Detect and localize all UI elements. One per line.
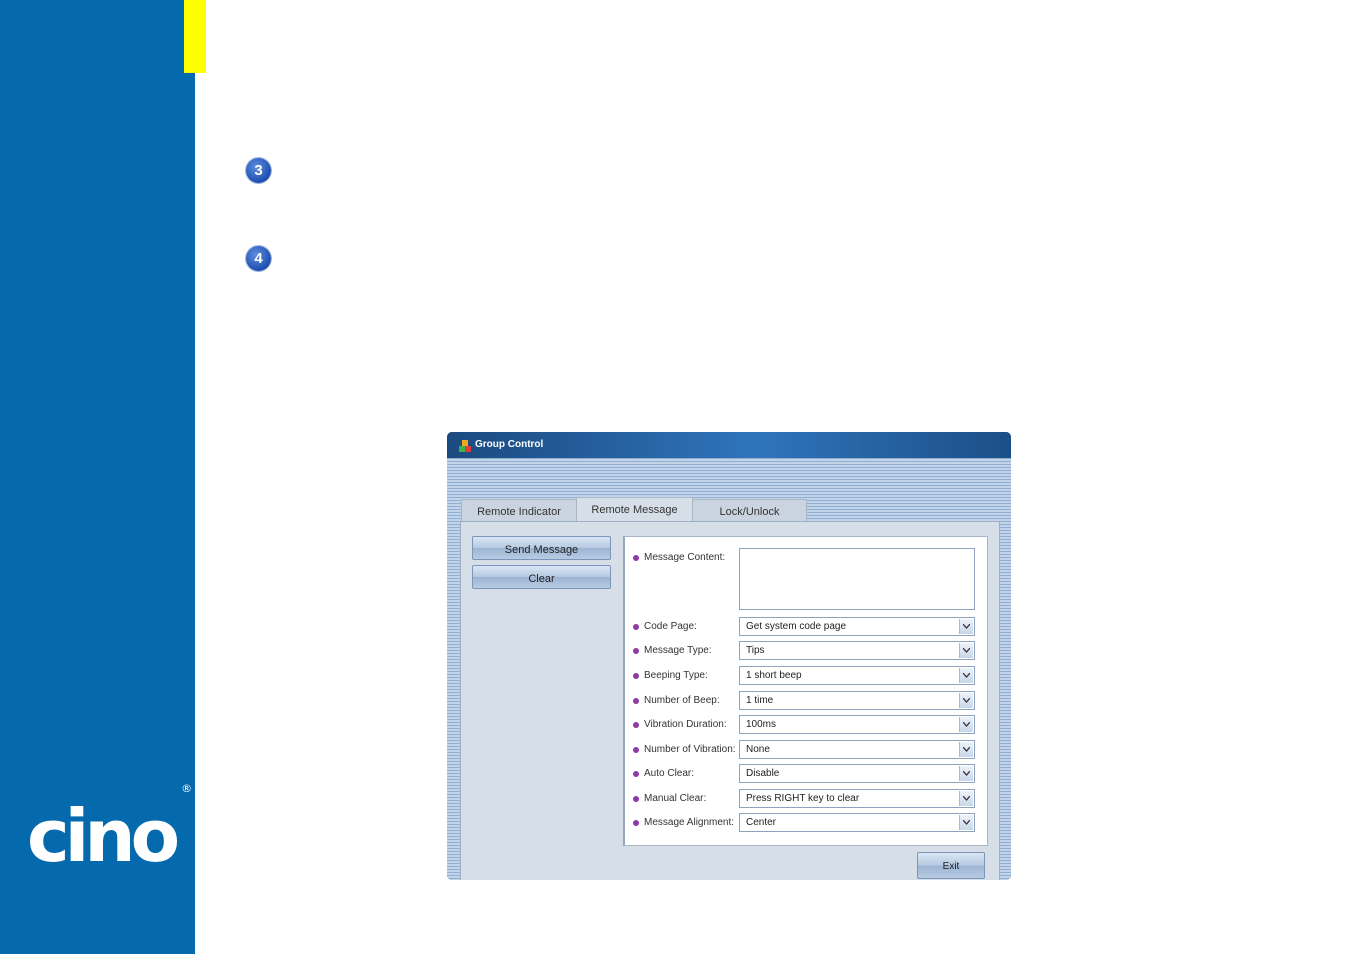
vibration-duration-select[interactable]: 100ms: [739, 715, 975, 734]
chevron-down-icon[interactable]: [959, 619, 973, 634]
number-of-vibration-label: Number of Vibration:: [644, 744, 736, 755]
number-of-vibration-select[interactable]: None: [739, 740, 975, 759]
bullet-icon: [633, 698, 639, 704]
auto-clear-value: Disable: [746, 768, 780, 779]
message-content-textarea[interactable]: [739, 548, 975, 610]
form-row-auto-clear: Auto Clear: Disable: [633, 764, 983, 784]
chevron-down-icon[interactable]: [959, 643, 973, 658]
chevron-down-icon[interactable]: [959, 742, 973, 757]
beeping-type-select[interactable]: 1 short beep: [739, 666, 975, 685]
app-icon: [459, 440, 471, 452]
chevron-down-icon[interactable]: [959, 815, 973, 830]
number-of-beep-label: Number of Beep:: [644, 695, 720, 706]
message-form: Message Content: Code Page: Get system c…: [623, 536, 988, 846]
number-of-vibration-value: None: [746, 744, 770, 755]
bullet-icon: [633, 796, 639, 802]
form-row-number-of-beep: Number of Beep: 1 time: [633, 691, 983, 711]
step-4-badge: 4: [246, 246, 271, 271]
window-body: Remote Indicator Remote Message Lock/Unl…: [447, 458, 1011, 880]
manual-clear-value: Press RIGHT key to clear: [746, 793, 860, 804]
message-type-select[interactable]: Tips: [739, 641, 975, 660]
form-row-beeping-type: Beeping Type: 1 short beep: [633, 666, 983, 686]
chevron-down-icon[interactable]: [959, 791, 973, 806]
vibration-duration-label: Vibration Duration:: [644, 719, 727, 730]
bullet-icon: [633, 820, 639, 826]
form-row-message-alignment: Message Alignment: Center: [633, 813, 983, 833]
message-alignment-value: Center: [746, 817, 777, 828]
chevron-down-icon[interactable]: [959, 717, 973, 732]
tab-remote-indicator[interactable]: Remote Indicator: [461, 499, 577, 522]
number-of-beep-value: 1 time: [746, 695, 774, 706]
clear-button[interactable]: Clear: [472, 565, 611, 589]
step-3-badge: 3: [246, 158, 271, 183]
bullet-icon: [633, 771, 639, 777]
form-row-manual-clear: Manual Clear: Press RIGHT key to clear: [633, 789, 983, 809]
vibration-duration-value: 100ms: [746, 719, 777, 730]
chevron-down-icon[interactable]: [959, 693, 973, 708]
form-row-code-page: Code Page: Get system code page: [633, 617, 983, 637]
number-of-beep-select[interactable]: 1 time: [739, 691, 975, 710]
manual-clear-label: Manual Clear:: [644, 793, 707, 804]
form-row-message-content: Message Content:: [633, 548, 983, 610]
bullet-icon: [633, 722, 639, 728]
chevron-down-icon[interactable]: [959, 766, 973, 781]
form-row-vibration-duration: Vibration Duration: 100ms: [633, 715, 983, 735]
auto-clear-label: Auto Clear:: [644, 768, 695, 779]
group-control-window: Group Control Remote Indicator Remote Me…: [447, 432, 1011, 880]
form-row-message-type: Message Type: Tips: [633, 641, 983, 661]
beeping-type-label: Beeping Type:: [644, 670, 708, 681]
message-alignment-label: Message Alignment:: [644, 817, 735, 828]
cino-logo: cino®: [27, 783, 192, 872]
tab-lock-unlock[interactable]: Lock/Unlock: [692, 499, 807, 522]
logo-text: cino: [27, 794, 180, 878]
message-type-value: Tips: [746, 645, 765, 656]
window-title: Group Control: [475, 439, 544, 450]
manual-clear-select[interactable]: Press RIGHT key to clear: [739, 789, 975, 808]
title-bar: Group Control: [447, 432, 1011, 458]
bullet-icon: [633, 648, 639, 654]
form-row-number-of-vibration: Number of Vibration: None: [633, 740, 983, 760]
message-type-label: Message Type:: [644, 645, 712, 656]
bullet-icon: [633, 673, 639, 679]
code-page-value: Get system code page: [746, 621, 847, 632]
bullet-icon: [633, 747, 639, 753]
yellow-accent-bar: [184, 0, 206, 73]
message-alignment-select[interactable]: Center: [739, 813, 975, 832]
tab-remote-message[interactable]: Remote Message: [576, 497, 693, 522]
exit-button[interactable]: Exit: [917, 852, 985, 879]
remote-message-panel: Send Message Clear Message Content: Code…: [460, 521, 1000, 880]
chevron-down-icon[interactable]: [959, 668, 973, 683]
bullet-icon: [633, 624, 639, 630]
auto-clear-select[interactable]: Disable: [739, 764, 975, 783]
beeping-type-value: 1 short beep: [746, 670, 802, 681]
code-page-label: Code Page:: [644, 621, 697, 632]
send-message-button[interactable]: Send Message: [472, 536, 611, 560]
code-page-select[interactable]: Get system code page: [739, 617, 975, 636]
registered-mark: ®: [181, 782, 193, 795]
message-content-label: Message Content:: [644, 552, 726, 563]
bullet-icon: [633, 555, 639, 561]
